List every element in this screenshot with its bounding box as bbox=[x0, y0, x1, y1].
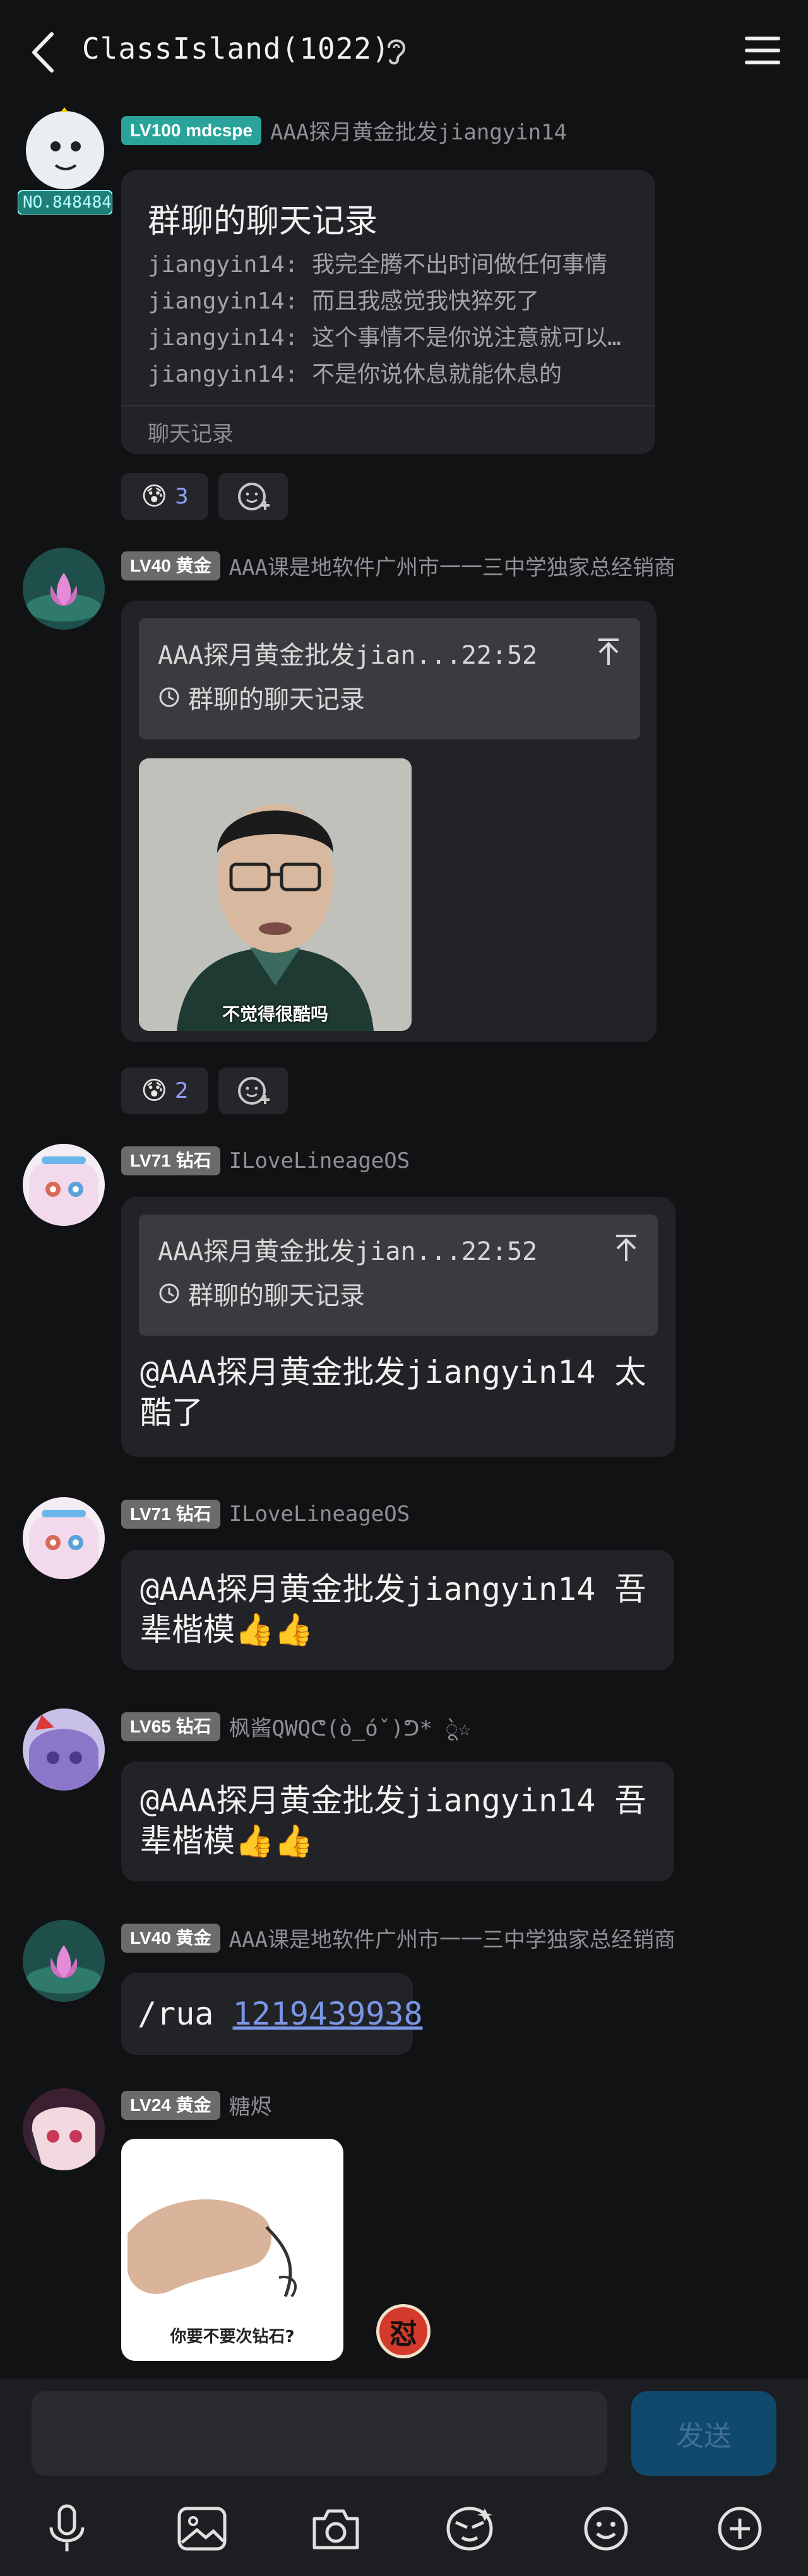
avatar[interactable] bbox=[23, 1709, 105, 1791]
sender-name[interactable]: 枫酱QWQᕦ(ò_óˇ)ᕤ* ̀ू☆ bbox=[229, 1711, 471, 1742]
reply-quote[interactable]: AAA探月黄金批发jian...22:52 群聊的聊天记录 bbox=[139, 1214, 658, 1336]
text-bubble[interactable]: @AAA探月黄金批发jiangyin14 吾 辈楷模👍👍 bbox=[121, 1550, 674, 1670]
reaction-sticker-label: 怼 bbox=[389, 2318, 417, 2350]
chevron-left-icon bbox=[32, 32, 54, 73]
clock-icon bbox=[159, 687, 179, 707]
sticker-button[interactable] bbox=[439, 2498, 500, 2559]
forward-line: jiangyin14: 而且我感觉我快猝死了 bbox=[148, 288, 540, 314]
sender-meta: LV40 黄金 AAA课是地软件广州市一一三中学独家总经销商 bbox=[121, 550, 675, 581]
avatar-label: NO.848484 bbox=[23, 193, 112, 212]
sticker-image[interactable]: 你要不要次钻石? bbox=[121, 2139, 343, 2361]
level-badge: LV40 黄金 bbox=[121, 551, 220, 580]
sender-name[interactable]: 糖烬 bbox=[229, 2090, 272, 2120]
image-icon bbox=[177, 2507, 227, 2551]
clock-icon bbox=[159, 1283, 179, 1303]
send-button[interactable]: 发送 bbox=[631, 2391, 776, 2476]
sender-name[interactable]: AAA课是地软件广州市一一三中学独家总经销商 bbox=[229, 1922, 675, 1953]
top-bar: ClassIsland(1022) bbox=[0, 0, 808, 104]
emoji-button[interactable] bbox=[576, 2498, 636, 2559]
forward-card[interactable]: 群聊的聊天记录 jiangyin14: 我完全腾不出时间做任何事情 jiangy… bbox=[121, 170, 655, 454]
menu-icon bbox=[745, 37, 780, 64]
plus-icon bbox=[718, 2507, 762, 2551]
sender-name[interactable]: AAA课是地软件广州市一一三中学独家总经销商 bbox=[229, 550, 675, 581]
reply-quote[interactable]: AAA探月黄金批发jian...22:52 群聊的聊天记录 bbox=[139, 618, 640, 739]
reaction-count: 3 bbox=[175, 484, 189, 509]
add-reaction-button[interactable] bbox=[218, 473, 288, 520]
sticker-icon bbox=[446, 2507, 493, 2551]
sender-meta: LV65 钻石 枫酱QWQᕦ(ò_óˇ)ᕤ* ̀ू☆ bbox=[121, 1711, 471, 1742]
message-text: @AAA探月黄金批发jiangyin14 吾 辈楷模👍👍 bbox=[140, 1571, 646, 1648]
meme-image[interactable]: 不觉得很酷吗 bbox=[139, 758, 412, 1031]
camera-icon bbox=[312, 2509, 359, 2550]
sender-meta: LV71 钻石 ILoveLineageOS bbox=[121, 1500, 410, 1529]
reply-bubble[interactable]: AAA探月黄金批发jian...22:52 群聊的聊天记录 不觉得很酷吗 bbox=[121, 601, 656, 1042]
image-caption: 不觉得很酷吗 bbox=[222, 1004, 328, 1025]
qq-number-link[interactable]: 1219439938 bbox=[233, 1996, 423, 2032]
reaction-chip[interactable]: 😰 2 bbox=[121, 1067, 208, 1114]
forward-line: jiangyin14: 不是你说休息就能休息的 bbox=[148, 362, 562, 387]
text-bubble[interactable]: @AAA探月黄金批发jiangyin14 吾 辈楷模👍👍 bbox=[121, 1761, 674, 1881]
quote-header: AAA探月黄金批发jian...22:52 bbox=[158, 1237, 538, 1266]
sender-name[interactable]: AAA探月黄金批发jiangyin14 bbox=[270, 115, 567, 146]
avatar[interactable]: NO.848484 bbox=[18, 107, 112, 215]
anxious-emoji-icon: 😰 bbox=[141, 482, 168, 511]
reaction-sticker[interactable]: 怼 bbox=[376, 2304, 431, 2358]
reaction-count: 2 bbox=[175, 1078, 189, 1103]
microphone-button[interactable] bbox=[37, 2498, 97, 2559]
quote-subtitle: 群聊的聊天记录 bbox=[158, 679, 365, 715]
quote-header: AAA探月黄金批发jian...22:52 bbox=[158, 641, 538, 670]
forward-line: jiangyin14: 这个事情不是你说注意就可以… bbox=[148, 325, 621, 351]
avatar[interactable] bbox=[23, 1497, 105, 1579]
ear-icon[interactable] bbox=[384, 35, 409, 67]
level-badge: LV71 钻石 bbox=[121, 1146, 220, 1175]
camera-button[interactable] bbox=[306, 2498, 366, 2559]
sticker-caption: 你要不要次钻石? bbox=[170, 2327, 295, 2346]
jump-to-top-icon[interactable] bbox=[596, 637, 621, 666]
message-text: @AAA探月黄金批发jiangyin14 太 酷了 bbox=[140, 1354, 646, 1431]
add-reaction-icon bbox=[238, 483, 270, 510]
add-reaction-button[interactable] bbox=[218, 1067, 288, 1114]
sender-meta: LV71 钻石 ILoveLineageOS bbox=[121, 1146, 410, 1175]
level-badge: LV100 mdcspe bbox=[121, 115, 262, 145]
avatar[interactable] bbox=[23, 548, 105, 630]
sender-name[interactable]: ILoveLineageOS bbox=[229, 1148, 410, 1173]
avatar[interactable] bbox=[23, 2088, 105, 2170]
forward-line: jiangyin14: 我完全腾不出时间做任何事情 bbox=[148, 252, 608, 278]
forward-title: 群聊的聊天记录 bbox=[148, 203, 378, 240]
level-badge: LV65 钻石 bbox=[121, 1712, 220, 1741]
sender-meta: LV40 黄金 AAA课是地软件广州市一一三中学独家总经销商 bbox=[121, 1922, 675, 1953]
back-button[interactable] bbox=[24, 24, 62, 81]
reaction-chip[interactable]: 😰 3 bbox=[121, 473, 208, 520]
plus-button[interactable] bbox=[710, 2498, 770, 2559]
message-text: @AAA探月黄金批发jiangyin14 吾 辈楷模👍👍 bbox=[140, 1782, 646, 1859]
forward-footer: 聊天记录 bbox=[121, 405, 655, 456]
text-bubble[interactable]: /rua 1219439938 bbox=[121, 1973, 423, 2055]
message-input[interactable] bbox=[32, 2391, 607, 2476]
quote-subtitle: 群聊的聊天记录 bbox=[158, 1275, 365, 1312]
add-reaction-icon bbox=[238, 1077, 270, 1105]
level-badge: LV40 黄金 bbox=[121, 1923, 220, 1953]
menu-button[interactable] bbox=[742, 33, 783, 68]
page-title: ClassIsland(1022) bbox=[82, 32, 390, 66]
image-button[interactable] bbox=[172, 2498, 232, 2559]
level-badge: LV71 钻石 bbox=[121, 1500, 220, 1529]
sender-name[interactable]: ILoveLineageOS bbox=[229, 1502, 410, 1527]
sender-meta: LV100 mdcspe AAA探月黄金批发jiangyin14 bbox=[121, 115, 567, 146]
emoji-icon bbox=[584, 2507, 628, 2551]
level-badge: LV24 黄金 bbox=[121, 2090, 220, 2120]
avatar[interactable] bbox=[23, 1144, 105, 1226]
composer-bar: 发送 bbox=[0, 2379, 808, 2576]
message-text: /rua 1219439938 bbox=[138, 1996, 423, 2032]
jump-to-top-icon[interactable] bbox=[614, 1233, 639, 1262]
reply-bubble[interactable]: AAA探月黄金批发jian...22:52 群聊的聊天记录 @AAA探月黄金批发… bbox=[121, 1197, 675, 1457]
sender-meta: LV24 黄金 糖烬 bbox=[121, 2090, 272, 2120]
anxious-emoji-icon: 😰 bbox=[141, 1076, 168, 1105]
avatar[interactable] bbox=[23, 1920, 105, 2002]
microphone-icon bbox=[49, 2504, 85, 2551]
